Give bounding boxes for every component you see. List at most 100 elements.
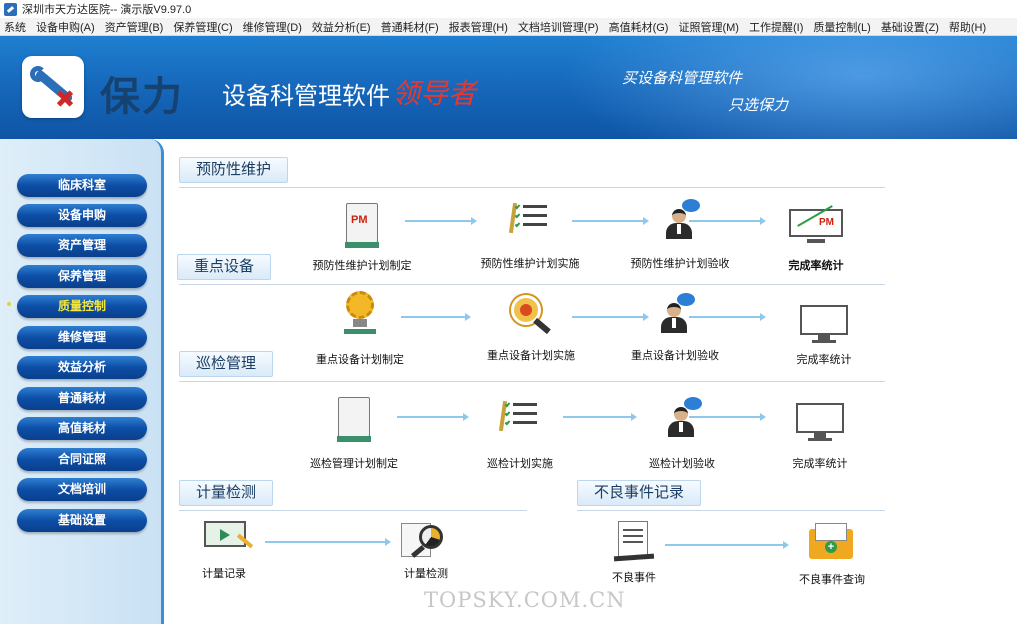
sidebar-item-maintenance[interactable]: 保养管理 [17,265,147,288]
main-content: 预防性维护 PM 预防性维护计划制定 预防性维护计划实施 预防性维护计划验收 P… [167,139,1017,624]
item-inspection-plan[interactable]: 巡检管理计划制定 [299,395,409,470]
item-label: 不良事件 [612,572,656,584]
item-adverse-event[interactable]: 不良事件 [579,521,689,587]
sidebar-item-repair[interactable]: 维修管理 [17,326,147,349]
item-key-equipment-execute[interactable]: 重点设备计划实施 [476,293,586,363]
sidebar-item-clinical-dept[interactable]: 临床科室 [17,174,147,197]
tab-key-equipment[interactable]: 重点设备 [177,254,272,280]
item-label: 重点设备计划制定 [316,354,404,366]
divider [179,510,527,511]
menu-basic-settings[interactable]: 基础设置(Z) [881,19,939,35]
item-preventive-plan[interactable]: PM 预防性维护计划制定 [307,201,417,272]
menu-quality-control[interactable]: 质量控制(L) [813,19,870,35]
product-name: 设备科管理软件 [222,83,390,110]
item-preventive-accept[interactable]: 预防性维护计划验收 [625,199,735,270]
slogan-line2: 只选保力 [728,97,789,114]
item-label: 完成率统计 [788,260,844,272]
window-title: 深圳市天方达医院-- 演示版V9.97.0 [22,4,192,16]
tab-preventive-maintenance[interactable]: 预防性维护 [179,157,289,183]
item-label: 预防性维护计划制定 [312,260,412,272]
menu-general-consumables[interactable]: 普通耗材(F) [381,19,439,35]
watermark: TOPSKY.COM.CN [424,588,626,612]
arrow-icon [401,313,471,321]
document-icon [337,397,371,442]
arrow-icon [405,217,477,225]
item-metrology-record[interactable]: 计量记录 [169,521,279,583]
folder-icon: + [809,523,855,561]
item-label: 不良事件查询 [799,574,865,586]
tab-inspection[interactable]: 巡检管理 [179,351,274,377]
menu-document-training[interactable]: 文档培训管理(P) [518,19,599,35]
item-inspection-accept[interactable]: 巡检计划验收 [627,397,737,470]
sidebar-item-quality-control[interactable]: 质量控制 [17,295,147,318]
sidebar-item-equipment-purchase[interactable]: 设备申购 [17,204,147,227]
divider [577,510,885,511]
monitor-icon [796,403,844,441]
sidebar-item-contracts-licenses[interactable]: 合同证照 [17,448,147,471]
item-preventive-execute[interactable]: 预防性维护计划实施 [475,195,585,270]
title-bar: 深圳市天方达医院-- 演示版V9.97.0 [0,0,1017,18]
sidebar-item-high-value-consumables[interactable]: 高值耗材 [17,417,147,440]
arrow-icon [563,413,637,421]
menu-asset-management[interactable]: 资产管理(B) [105,19,164,35]
item-label: 巡检管理计划制定 [310,458,398,470]
item-inspection-stats[interactable]: 完成率统计 [765,403,875,470]
menu-maintenance-management[interactable]: 保养管理(C) [173,19,232,35]
menu-repair-management[interactable]: 维修管理(D) [243,19,302,35]
sidebar-item-general-consumables[interactable]: 普通耗材 [17,387,147,410]
tab-adverse-events[interactable]: 不良事件记录 [577,480,702,506]
brand-name: 保力 [100,75,184,119]
checklist-icon [498,397,539,433]
arrow-icon [665,541,789,549]
form-icon [613,521,655,563]
item-metrology-test[interactable]: 计量检测 [371,521,481,583]
gear-bulb-icon [340,291,380,335]
menu-help[interactable]: 帮助(H) [949,19,986,35]
item-key-equipment-accept[interactable]: 重点设备计划验收 [620,293,730,363]
item-preventive-stats[interactable]: PM 完成率统计 [761,205,871,275]
video-record-icon [202,521,254,555]
person-icon [660,199,700,239]
menu-benefit-analysis[interactable]: 效益分析(E) [312,19,371,35]
active-marker [7,302,11,306]
target-icon [509,293,553,337]
item-label: 完成率统计 [792,458,848,470]
item-label: 巡检计划验收 [649,458,715,470]
item-inspection-execute[interactable]: 巡检计划实施 [465,397,575,470]
menu-system[interactable]: 系统 [4,19,26,35]
item-label: 重点设备计划实施 [487,350,575,362]
product-highlight: 领导者 [392,77,477,110]
item-label: 预防性维护计划验收 [630,258,730,270]
item-label: 重点设备计划验收 [631,350,719,362]
item-key-equipment-stats[interactable]: 完成率统计 [769,305,879,367]
item-adverse-query[interactable]: + 不良事件查询 [777,521,887,587]
menu-high-value-consumables[interactable]: 高值耗材(G) [609,19,669,35]
menu-license-management[interactable]: 证照管理(M) [678,19,739,35]
arrow-icon [689,217,766,225]
pm-document-icon: PM [345,203,379,248]
item-label: 完成率统计 [796,354,852,366]
menu-work-reminder[interactable]: 工作提醒(I) [749,19,803,35]
item-label: 计量检测 [404,568,448,580]
tab-metrology[interactable]: 计量检测 [179,480,274,506]
sidebar-item-asset-management[interactable]: 资产管理 [17,234,147,257]
sidebar-item-basic-settings[interactable]: 基础设置 [17,509,147,532]
menu-report-management[interactable]: 报表管理(H) [449,19,508,35]
growth-chart-icon: PM [789,205,843,245]
monitor-icon [800,305,848,343]
slogan-line1: 买设备科管理软件 [622,70,743,87]
menu-equipment-purchase[interactable]: 设备申购(A) [36,19,95,35]
sidebar-item-benefit-analysis[interactable]: 效益分析 [17,356,147,379]
menu-bar: 系统 设备申购(A) 资产管理(B) 保养管理(C) 维修管理(D) 效益分析(… [0,18,1017,36]
logo-wrench-icon [22,56,84,118]
item-label: 预防性维护计划实施 [480,258,580,270]
checklist-icon [508,199,549,235]
divider [179,381,885,382]
sidebar-item-document-training[interactable]: 文档培训 [17,478,147,501]
arrow-icon [689,413,766,421]
arrow-icon [689,313,766,321]
item-key-equipment-plan[interactable]: 重点设备计划制定 [305,291,415,366]
arrow-icon [397,413,469,421]
person-icon [655,293,695,333]
magnifier-icon [401,521,451,561]
